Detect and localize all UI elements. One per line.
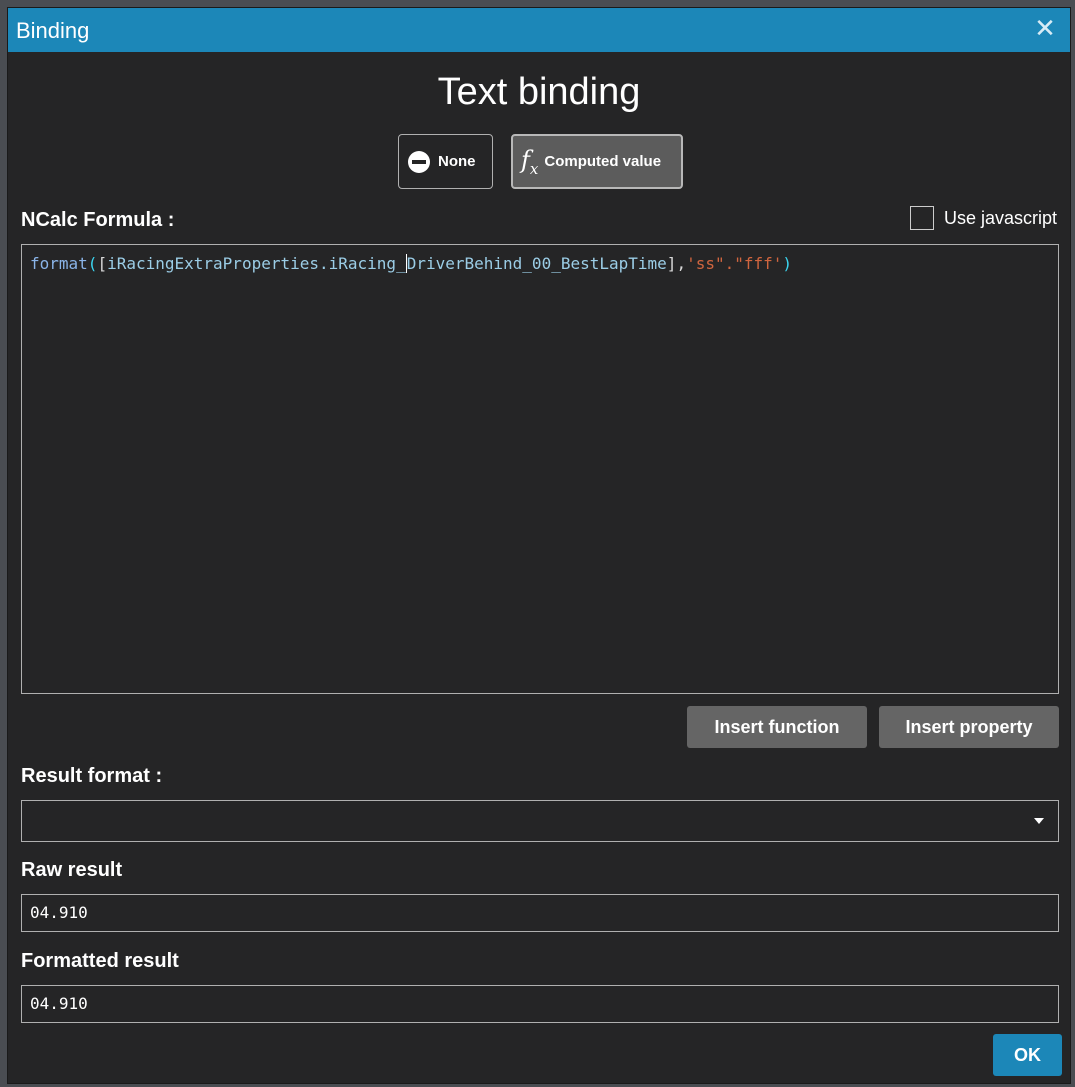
insert-property-button[interactable]: Insert property: [879, 706, 1059, 748]
computed-value-mode-label: Computed value: [544, 153, 662, 170]
formatted-result-field[interactable]: 04.910: [21, 985, 1059, 1023]
formula-editor[interactable]: format([iRacingExtraProperties.iRacing_D…: [21, 244, 1059, 694]
raw-result-label: Raw result: [21, 859, 123, 881]
function-fx-icon: fx: [521, 145, 539, 178]
no-entry-icon: [408, 150, 430, 173]
none-mode-button[interactable]: None: [398, 134, 493, 189]
raw-result-field[interactable]: 04.910: [21, 894, 1059, 932]
result-format-label: Result format :: [21, 765, 163, 787]
use-javascript-label: Use javascript: [943, 207, 1057, 228]
formula-function-token: format: [30, 254, 88, 273]
dropdown-arrow-icon: [1034, 818, 1044, 824]
formula-comma: ,: [676, 254, 687, 273]
none-mode-label: None: [438, 153, 476, 170]
binding-dialog: Binding ✕ Text binding None fx Computed …: [7, 7, 1071, 1084]
formula-open-bracket: [: [97, 254, 108, 273]
use-javascript-checkbox[interactable]: [909, 206, 934, 230]
result-format-dropdown[interactable]: [21, 800, 1059, 842]
formula-property-token-end: DriverBehind_00_BestLapTime: [406, 254, 667, 273]
page-title: Text binding: [437, 71, 641, 113]
close-icon[interactable]: ✕: [1032, 16, 1058, 42]
computed-value-mode-button[interactable]: fx Computed value: [511, 134, 683, 189]
ok-button[interactable]: OK: [993, 1034, 1062, 1076]
use-javascript-option[interactable]: Use javascript: [909, 206, 1057, 230]
formula-string-token: 'ss"."fff': [686, 254, 783, 273]
window-title: Binding: [16, 18, 90, 43]
title-bar[interactable]: Binding ✕: [8, 8, 1070, 52]
formula-open-paren: (: [87, 254, 98, 273]
formatted-result-label: Formatted result: [21, 950, 179, 972]
formula-close-bracket: ]: [666, 254, 677, 273]
insert-function-button[interactable]: Insert function: [687, 706, 867, 748]
formula-close-paren: ): [782, 254, 793, 273]
formula-property-token-start: iRacingExtraProperties.iRacing_: [107, 254, 406, 273]
formula-label: NCalc Formula :: [21, 209, 175, 231]
